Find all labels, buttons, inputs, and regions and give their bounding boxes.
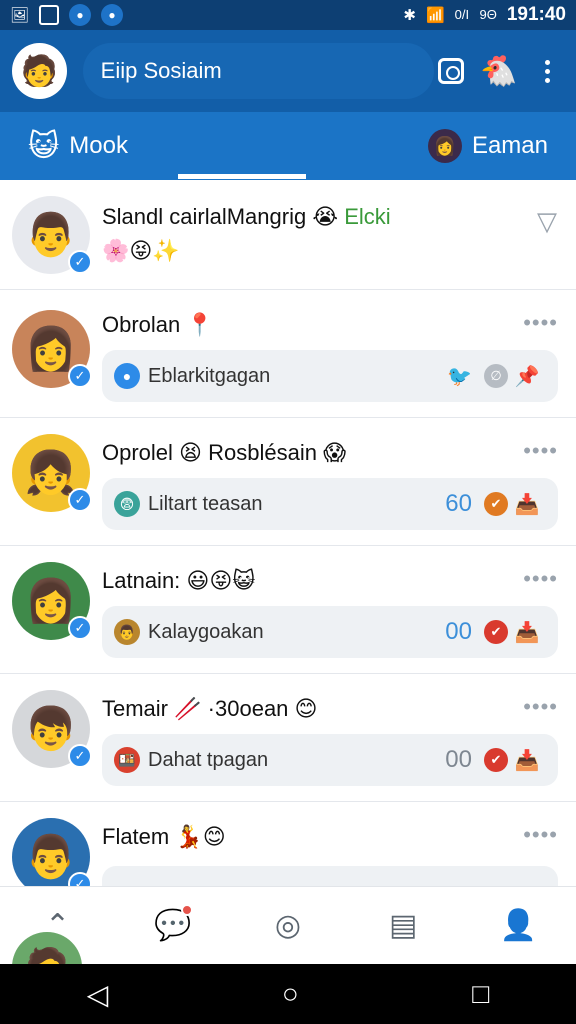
list-item[interactable]: 👨 ✓ Slandl cairlalMangrig 😭 Elcki 🌸😝✨ ▽ — [0, 180, 576, 290]
nav-inbox[interactable]: ▤ — [346, 908, 461, 943]
camera-button[interactable] — [434, 54, 468, 88]
more-icon[interactable]: •••• — [523, 310, 558, 336]
avatar: 👨 ✓ — [12, 196, 92, 274]
inbox-icon: ▤ — [389, 909, 418, 942]
chip-text: Dahat tpagan — [148, 748, 269, 771]
item-title: Temair 🥢 ·30oean 😊 — [102, 696, 318, 721]
check-icon[interactable]: ✔ — [484, 492, 508, 516]
avatar: 👦 ✓ — [12, 690, 92, 768]
app-bar: 🧑 Eiip Sosiaim 🐔 — [0, 30, 576, 112]
more-icon[interactable]: •••• — [523, 566, 558, 592]
verified-icon: ✓ — [68, 488, 92, 512]
user-avatar-icon: 🧑 — [20, 54, 58, 88]
tab-label: Mook — [69, 132, 128, 159]
tab-bar: 😺 Mook 👩 Eaman — [0, 112, 576, 180]
item-title: Slandl cairlalMangrig 😭 Elcki — [102, 204, 391, 229]
item-tag: Elcki — [344, 204, 391, 229]
back-icon[interactable]: ◁ — [87, 978, 109, 1011]
check-icon[interactable]: ✔ — [484, 748, 508, 772]
message-type-icon: 👨 — [114, 619, 140, 645]
list-item[interactable]: 👩 ✓ Latnain: 😃😝😺 •••• 👨 Kalaygoakan 00 ✔… — [0, 546, 576, 674]
bluetooth-icon: ✱ — [403, 7, 416, 24]
list-item[interactable]: 👨 ✓ Flatem 💃😊 •••• — [0, 802, 576, 886]
profile-avatar[interactable]: 🧑 — [12, 43, 67, 99]
avatar: 👩 ✓ — [12, 562, 92, 640]
check-icon[interactable]: ✔ — [484, 620, 508, 644]
verified-icon: ✓ — [68, 250, 92, 274]
item-title: Oprolel 😫 Rosblésain 😱 — [102, 440, 347, 465]
mascot-button[interactable]: 🐔 — [480, 54, 518, 88]
verified-icon: ✓ — [68, 744, 92, 768]
block-icon[interactable]: ∅ — [484, 364, 508, 388]
message-chip[interactable]: 👨 Kalaygoakan 00 ✔ 📥 — [102, 606, 558, 658]
notification-icon: ● — [69, 4, 92, 26]
avatar: 👩 ✓ — [12, 310, 92, 388]
item-subtitle: 🌸😝✨ — [102, 238, 180, 263]
photo-icon: 🖼 — [10, 7, 30, 24]
archive-icon[interactable]: 📥 — [508, 620, 546, 645]
message-type-icon: 🍱 — [114, 747, 140, 773]
tab-label: Eaman — [471, 132, 548, 159]
more-icon[interactable]: •••• — [523, 438, 558, 464]
wifi-icon: 📶 — [425, 7, 445, 24]
verified-icon: ✓ — [68, 872, 92, 886]
verified-icon: ✓ — [68, 364, 92, 388]
message-count: 60 — [445, 490, 472, 517]
item-title: Latnain: 😃😝😺 — [102, 568, 256, 593]
cat-face-icon: 😺 — [28, 129, 60, 163]
app-title: Eiip Sosiaim — [100, 58, 222, 83]
archive-icon[interactable]: 📥 — [508, 492, 546, 517]
message-count: 00 — [445, 618, 472, 645]
battery-label: 0/I9Θ — [454, 6, 497, 22]
message-chip[interactable]: ● Eblarkitgagan 🐦 ∅ 📌 — [102, 350, 558, 402]
dropdown-triangle-icon[interactable]: ▽ — [537, 206, 558, 237]
nav-profile[interactable]: 👤 — [461, 908, 576, 943]
profile-icon: 👤 — [499, 909, 538, 942]
avatar: 👨 ✓ — [12, 818, 92, 886]
conversation-list[interactable]: 👨 ✓ Slandl cairlalMangrig 😭 Elcki 🌸😝✨ ▽ … — [0, 180, 576, 886]
system-nav-bar: ◁ ○ □ — [0, 964, 576, 1024]
chip-text: Kalaygoakan — [148, 620, 264, 643]
bottom-nav: ⌃ 💬 ◎ ▤ 👤 — [0, 886, 576, 964]
message-type-icon: ● — [114, 363, 140, 389]
camera-circle-icon: ◎ — [274, 909, 302, 942]
clock: 191:40 — [506, 4, 566, 25]
message-chip[interactable] — [102, 866, 558, 886]
tab-avatar-icon: 👩 — [427, 129, 462, 163]
nav-camera[interactable]: ◎ — [230, 908, 345, 943]
verified-icon: ✓ — [68, 616, 92, 640]
nav-chat[interactable]: 💬 — [115, 904, 230, 943]
mascot-icon: 🐔 — [480, 54, 518, 88]
pin-icon[interactable]: 📌 — [508, 364, 546, 389]
overflow-menu-button[interactable] — [530, 54, 564, 88]
item-title: Obrolan 📍 — [102, 312, 214, 337]
list-item[interactable]: 👩 ✓ Obrolan 📍 •••• ● Eblarkitgagan 🐦 ∅ 📌 — [0, 290, 576, 418]
tab-eaman[interactable]: 👩 Eaman — [427, 129, 548, 163]
more-icon[interactable]: •••• — [523, 822, 558, 848]
message-count: 00 — [445, 746, 472, 773]
chip-text: Liltart teasan — [148, 492, 263, 515]
list-item[interactable]: 👦 ✓ Temair 🥢 ·30oean 😊 •••• 🍱 Dahat tpag… — [0, 674, 576, 802]
tab-mook[interactable]: 😺 Mook — [28, 129, 128, 164]
gallery-icon — [39, 5, 60, 25]
item-title: Flatem 💃😊 — [102, 824, 226, 849]
message-type-icon: 😨 — [114, 491, 140, 517]
avatar: 👧 ✓ — [12, 434, 92, 512]
home-icon[interactable]: ○ — [282, 978, 299, 1010]
chip-text: Eblarkitgagan — [148, 364, 271, 387]
bird-icon[interactable]: 🐦 — [447, 364, 472, 389]
status-bar: 🖼 ● ● ✱ 📶 0/I9Θ 191:40 — [0, 0, 576, 30]
message-chip[interactable]: 🍱 Dahat tpagan 00 ✔ 📥 — [102, 734, 558, 786]
more-icon[interactable]: •••• — [523, 694, 558, 720]
archive-icon[interactable]: 📥 — [508, 748, 546, 773]
more-vert-icon — [544, 59, 550, 83]
notification-icon: ● — [101, 4, 124, 26]
tab-indicator — [178, 174, 306, 179]
app-title-pill[interactable]: Eiip Sosiaim — [82, 43, 434, 99]
message-chip[interactable]: 😨 Liltart teasan 60 ✔ 📥 — [102, 478, 558, 530]
camera-icon — [438, 58, 464, 84]
list-item[interactable]: 👧 ✓ Oprolel 😫 Rosblésain 😱 •••• 😨 Liltar… — [0, 418, 576, 546]
recents-icon[interactable]: □ — [472, 978, 489, 1010]
